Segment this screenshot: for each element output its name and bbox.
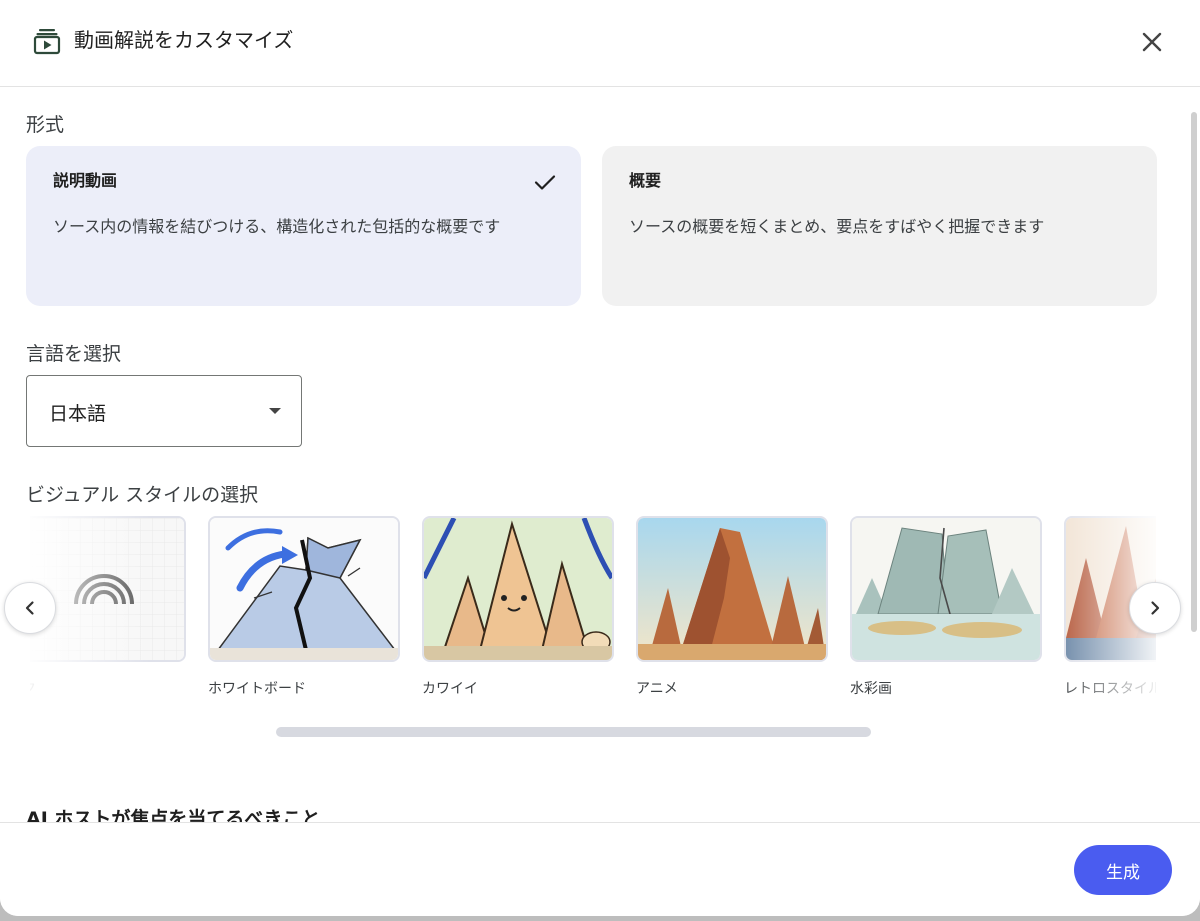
style-tile-anime[interactable]: アニメ [636, 516, 828, 698]
style-tile-kawaii[interactable]: カワイイ [422, 516, 614, 698]
format-option-description: ソース内の情報を結びつける、構造化された包括的な概要です [53, 217, 501, 236]
language-label: 言語を選択 [26, 343, 122, 365]
language-value: 日本語 [49, 403, 107, 425]
chevron-right-icon [1151, 601, 1160, 615]
generate-button[interactable]: 生成 [1074, 845, 1172, 895]
close-button[interactable] [1132, 22, 1172, 62]
dialog-header: 動画解説をカスタマイズ [0, 0, 1200, 87]
format-option-explainer[interactable]: 説明動画 ソース内の情報を結びつける、構造化された包括的な概要です [26, 146, 581, 306]
dropdown-caret-icon [269, 408, 281, 414]
style-label: シック [30, 678, 186, 698]
carousel-scrollbar[interactable] [276, 727, 871, 737]
customize-dialog: 動画解説をカスタマイズ 形式 説明動画 ソース内の情報を結びつける、構造化された… [0, 0, 1200, 916]
style-thumbnail [30, 516, 186, 662]
style-label: アニメ [636, 681, 678, 697]
close-icon [1142, 32, 1162, 52]
style-tile-whiteboard[interactable]: ホワイトボード [208, 516, 400, 698]
video-overview-icon [33, 27, 61, 55]
style-label: レトロスタイル [1064, 681, 1156, 697]
style-thumbnail [850, 516, 1042, 662]
dialog-footer [0, 822, 1200, 916]
format-option-brief[interactable]: 概要 ソースの概要を短くまとめ、要点をすばやく把握できます [602, 146, 1157, 306]
format-option-title: 説明動画 [53, 171, 118, 190]
check-icon [534, 175, 556, 190]
carousel-prev-button[interactable] [4, 582, 56, 634]
style-label: ホワイトボード [208, 681, 306, 697]
chevron-left-icon [25, 601, 34, 615]
format-label: 形式 [26, 114, 65, 136]
style-label: 水彩画 [850, 681, 892, 697]
vertical-scrollbar[interactable] [1191, 112, 1197, 632]
style-thumbnail [636, 516, 828, 662]
dialog-title: 動画解説をカスタマイズ [74, 28, 294, 52]
format-option-description: ソースの概要を短くまとめ、要点をすばやく把握できます [629, 217, 1045, 236]
style-carousel: シック ホワイトボード [30, 510, 1156, 700]
carousel-next-button[interactable] [1129, 582, 1181, 634]
style-label: カワイイ [422, 681, 478, 697]
style-thumbnail [422, 516, 614, 662]
style-thumbnail [208, 516, 400, 662]
language-select[interactable]: 日本語 [26, 375, 302, 447]
format-option-title: 概要 [629, 171, 662, 190]
style-tile-watercolor[interactable]: 水彩画 [850, 516, 1042, 698]
visual-style-label: ビジュアル スタイルの選択 [26, 484, 259, 506]
